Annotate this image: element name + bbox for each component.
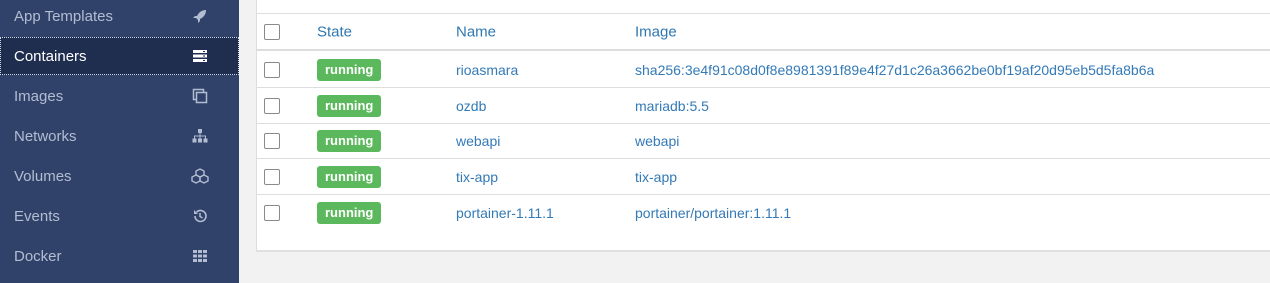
status-badge: running bbox=[317, 202, 382, 224]
sidebar: App Templates Containers Images Networks… bbox=[0, 0, 239, 283]
container-name-link[interactable]: tix-app bbox=[456, 169, 498, 185]
table-row: running ozdb mariadb:5.5 bbox=[257, 88, 1270, 124]
history-icon bbox=[191, 207, 209, 225]
status-badge: running bbox=[317, 94, 382, 117]
container-name-link[interactable]: rioasmara bbox=[456, 62, 518, 78]
table-row: running tix-app tix-app bbox=[257, 159, 1270, 195]
sidebar-item-containers[interactable]: Containers bbox=[0, 37, 239, 75]
container-name-link[interactable]: webapi bbox=[456, 133, 500, 149]
containers-panel: State Name Image running rioasmara sha25… bbox=[256, 0, 1270, 252]
header-name[interactable]: Name bbox=[456, 23, 496, 40]
status-badge: running bbox=[317, 58, 382, 81]
sidebar-item-docker[interactable]: Docker bbox=[0, 237, 239, 275]
table-row: running portainer-1.11.1 portainer/porta… bbox=[257, 195, 1270, 231]
sidebar-item-app-templates[interactable]: App Templates bbox=[0, 0, 239, 35]
container-image-link[interactable]: mariadb:5.5 bbox=[635, 98, 709, 114]
container-name-link[interactable]: ozdb bbox=[456, 98, 486, 114]
status-badge: running bbox=[317, 129, 382, 152]
sidebar-item-networks[interactable]: Networks bbox=[0, 117, 239, 155]
row-checkbox[interactable] bbox=[264, 205, 280, 221]
server-icon bbox=[191, 47, 209, 65]
table-row: running webapi webapi bbox=[257, 123, 1270, 159]
row-checkbox[interactable] bbox=[264, 132, 280, 149]
container-name-link[interactable]: portainer-1.11.1 bbox=[456, 205, 554, 221]
container-image-link[interactable]: portainer/portainer:1.11.1 bbox=[635, 205, 791, 221]
grid-icon bbox=[191, 247, 209, 265]
table-header: State Name Image bbox=[257, 14, 1270, 51]
panel-toolbar-edge bbox=[257, 0, 1270, 14]
container-image-link[interactable]: tix-app bbox=[635, 169, 677, 185]
sitemap-icon bbox=[191, 127, 209, 145]
select-all-checkbox[interactable] bbox=[264, 23, 280, 40]
row-checkbox[interactable] bbox=[264, 168, 280, 185]
sidebar-item-images[interactable]: Images bbox=[0, 77, 239, 115]
sidebar-item-events[interactable]: Events bbox=[0, 197, 239, 235]
row-checkbox[interactable] bbox=[264, 61, 280, 78]
container-image-link[interactable]: sha256:3e4f91c08d0f8e8981391f89e4f27d1c2… bbox=[635, 62, 1154, 78]
status-badge: running bbox=[317, 165, 382, 188]
sidebar-item-volumes[interactable]: Volumes bbox=[0, 157, 239, 195]
rocket-icon bbox=[191, 7, 209, 25]
cubes-icon bbox=[191, 167, 209, 185]
clone-icon bbox=[191, 87, 209, 105]
row-checkbox[interactable] bbox=[264, 97, 280, 114]
header-state[interactable]: State bbox=[317, 23, 352, 40]
container-image-link[interactable]: webapi bbox=[635, 133, 679, 149]
header-image[interactable]: Image bbox=[635, 23, 677, 40]
table-row: running rioasmara sha256:3e4f91c08d0f8e8… bbox=[257, 52, 1270, 88]
